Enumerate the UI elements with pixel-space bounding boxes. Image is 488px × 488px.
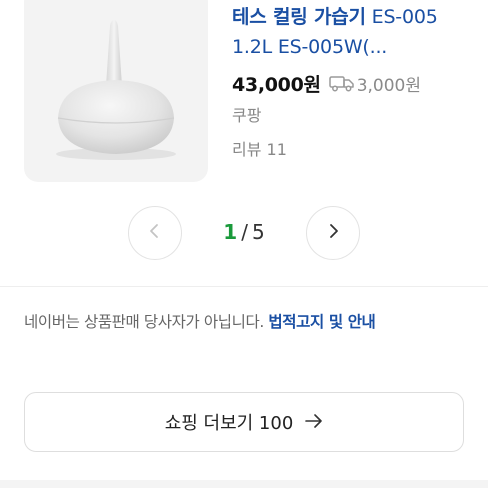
product-card[interactable]: 테스 컬링 가습기 ES-005 1.2L ES-005W(... 43,000… (0, 0, 488, 190)
next-page-button[interactable] (306, 206, 360, 260)
legal-notice: 네이버는 상품판매 당사자가 아닙니다. 법적고지 및 안내 (24, 306, 472, 338)
product-price: 43,000원 (232, 73, 321, 96)
total-pages: 5 (251, 220, 265, 244)
review-count[interactable]: 리뷰 11 (232, 138, 472, 162)
price-row: 43,000원 3,000원 (232, 68, 472, 98)
section-divider (0, 286, 488, 287)
shipping-fee: 3,000원 (356, 75, 422, 96)
product-title-bold[interactable]: 테스 컬링 가습기 (232, 6, 366, 28)
chevron-right-icon (325, 223, 341, 243)
bottom-band (0, 480, 488, 488)
current-page: 1 (223, 220, 238, 244)
pagination: 1/5 (0, 206, 488, 262)
product-title[interactable]: 테스 컬링 가습기 ES-005 1.2L ES-005W(... (232, 2, 472, 64)
mall-name[interactable]: 쿠팡 (232, 104, 472, 128)
humidifier-illustration (56, 20, 176, 160)
chevron-left-icon (147, 223, 163, 243)
truck-icon (328, 74, 355, 92)
arrow-right-icon (305, 412, 323, 433)
notice-text: 네이버는 상품판매 당사자가 아닙니다. (24, 313, 269, 331)
shopping-more-button[interactable]: 쇼핑 더보기 100 (24, 392, 464, 452)
page-separator: / (241, 220, 248, 244)
product-info: 테스 컬링 가습기 ES-005 1.2L ES-005W(... 43,000… (232, 0, 472, 162)
shopping-more-label: 쇼핑 더보기 100 (164, 413, 294, 434)
legal-notice-link[interactable]: 법적고지 및 안내 (268, 313, 375, 331)
prev-page-button[interactable] (128, 206, 182, 260)
page-indicator: 1/5 (200, 218, 288, 246)
product-image[interactable] (24, 0, 208, 182)
